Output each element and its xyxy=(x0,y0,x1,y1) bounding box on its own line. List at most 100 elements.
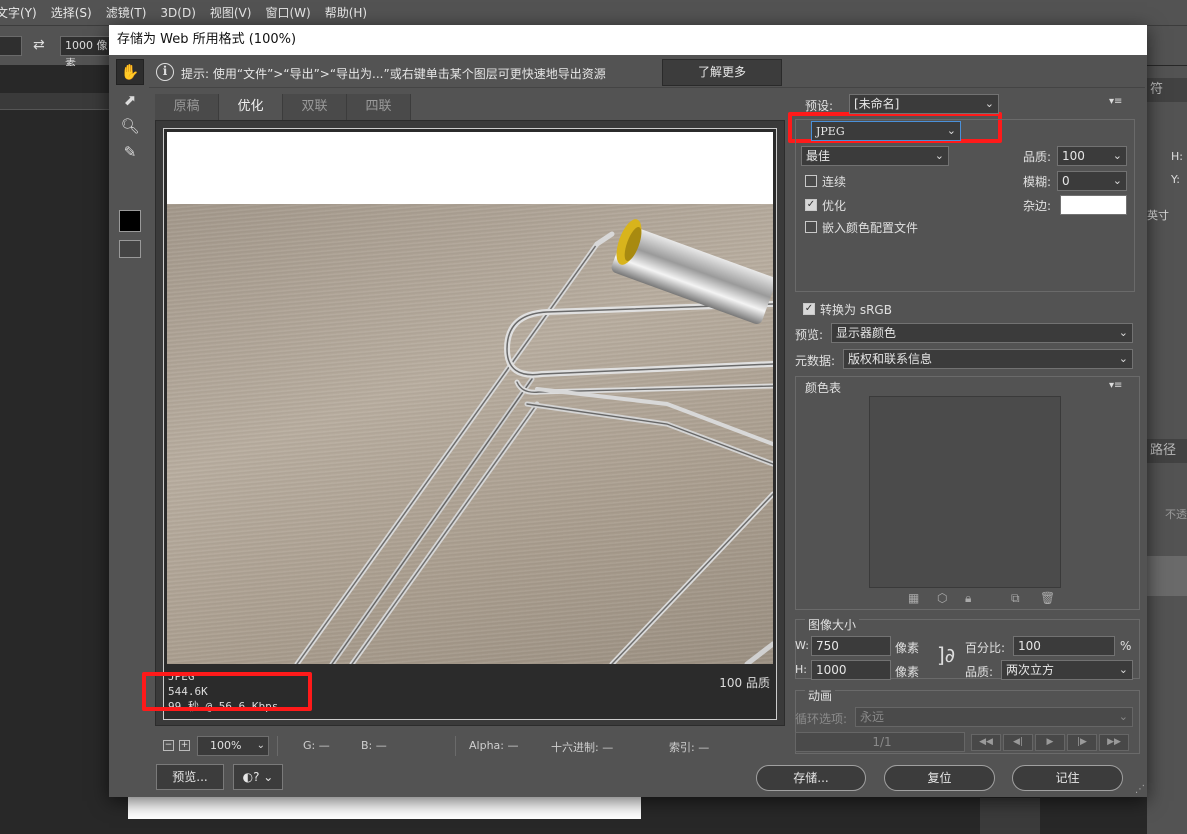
frame-counter-value: 1/1 xyxy=(872,735,892,749)
preview-quality: 100 品质 xyxy=(719,676,770,690)
cube-icon[interactable]: ⬡ xyxy=(937,591,947,605)
quality-field[interactable]: 100 ⌄ xyxy=(1057,146,1127,166)
lock-icon[interactable]: 🔒︎ xyxy=(965,591,971,606)
progressive-checkbox[interactable] xyxy=(805,175,817,187)
slice-select-icon[interactable]: ⬈ xyxy=(116,87,144,113)
hand-tool-icon[interactable]: ✋ xyxy=(116,59,144,85)
menu-filter[interactable]: 滤镜(T) xyxy=(106,4,147,21)
embed-profile-checkbox[interactable] xyxy=(805,221,817,233)
color-table-menu-icon[interactable]: ▾≡ xyxy=(1109,380,1122,391)
metadata-select[interactable]: 版权和联系信息 ⌄ xyxy=(843,349,1133,369)
blur-field[interactable]: 0 ⌄ xyxy=(1057,171,1127,191)
next-frame-icon[interactable]: |▶ xyxy=(1067,734,1097,751)
zoom-tool-icon[interactable]: 🔍︎ xyxy=(116,113,144,139)
embed-profile-label: 嵌入颜色配置文件 xyxy=(822,221,919,235)
zoom-in-icon[interactable]: + xyxy=(179,740,190,751)
preset-select[interactable]: [未命名] ⌄ xyxy=(849,94,999,114)
resize-grip-icon[interactable]: ⋰ xyxy=(1135,784,1145,795)
loop-select[interactable]: 永远 ⌄ xyxy=(855,707,1133,727)
status-alpha: Alpha: — xyxy=(469,739,519,752)
chevron-down-icon: ⌄ xyxy=(1118,352,1128,365)
first-frame-icon[interactable]: ◀◀ xyxy=(971,734,1001,751)
remember-button[interactable]: 记住 xyxy=(1012,765,1123,791)
quality-preset-value: 最佳 xyxy=(806,149,831,163)
view-tabs: 原稿 优化 双联 四联 xyxy=(155,94,785,120)
last-frame-icon[interactable]: ▶▶ xyxy=(1099,734,1129,751)
tab-4-up[interactable]: 四联 xyxy=(347,94,411,120)
save-button[interactable]: 存储... xyxy=(756,765,866,791)
ps-ruler xyxy=(0,93,110,110)
character-tab[interactable]: 符 xyxy=(1147,78,1187,102)
color-table[interactable] xyxy=(869,396,1061,588)
web-snap-icon[interactable]: ▦ xyxy=(908,591,919,605)
resample-select[interactable]: 两次立方 ⌄ xyxy=(1001,660,1133,680)
tab-optimized[interactable]: 优化 xyxy=(219,94,283,120)
width-field[interactable]: 750 xyxy=(811,636,891,656)
menu-type[interactable]: 文字(Y) xyxy=(0,4,37,21)
zoom-out-icon[interactable]: − xyxy=(163,740,174,751)
play-icon[interactable]: ▶ xyxy=(1035,734,1065,751)
link-chain-icon[interactable]: ]∂ xyxy=(937,643,955,667)
preset-menu-icon[interactable]: ▾≡ xyxy=(1109,96,1122,107)
quality-label: 品质: xyxy=(1023,150,1052,164)
ps-height-field[interactable]: 1000 像素 xyxy=(60,36,116,70)
highlight-filesize xyxy=(142,672,312,711)
preview-button[interactable]: 预览... xyxy=(156,764,224,790)
dialog-toolstrip: ✋ ⬈ 🔍︎ ✎ xyxy=(114,59,146,258)
preview-pane[interactable]: JPEG 544.6K 99 秒 @ 56.6 Kbps 100 品质 xyxy=(163,128,777,720)
steel-rack-illustration xyxy=(294,219,773,664)
metadata-value: 版权和联系信息 xyxy=(848,352,933,366)
status-bar: − + 100% ⌄ G: — B: — Alpha: — 十六进制: — 索引… xyxy=(155,733,785,759)
ps-panel-gutter xyxy=(980,798,1040,834)
menu-select[interactable]: 选择(S) xyxy=(51,4,92,21)
new-color-icon[interactable]: ⧉ xyxy=(1011,591,1020,606)
percent-unit: % xyxy=(1120,639,1132,653)
percent-field[interactable]: 100 xyxy=(1013,636,1115,656)
tab-original[interactable]: 原稿 xyxy=(155,94,219,120)
browser-select[interactable]: ◐? ⌄ xyxy=(233,764,283,790)
loop-label: 循环选项: xyxy=(795,712,848,726)
ps-right-panels: 符 H: Y: 英寸 路径 不透 xyxy=(1147,66,1187,834)
chevron-down-icon: ⌄ xyxy=(946,124,956,137)
preview-color-select[interactable]: 显示器颜色 ⌄ xyxy=(831,323,1133,343)
menu-3d[interactable]: 3D(D) xyxy=(160,6,195,20)
swap-icon[interactable]: ⇄ xyxy=(33,37,45,53)
status-index: 索引: — xyxy=(669,741,710,754)
eyedropper-color-swatch[interactable] xyxy=(119,210,141,232)
optimized-checkbox[interactable]: ✓ xyxy=(805,199,817,211)
convert-srgb-checkbox[interactable]: ✓ xyxy=(803,303,815,315)
menu-help[interactable]: 帮助(H) xyxy=(325,4,367,21)
menu-window[interactable]: 窗口(W) xyxy=(265,4,310,21)
zoom-level-select[interactable]: 100% ⌄ xyxy=(197,736,269,756)
height-field[interactable]: 1000 xyxy=(811,660,891,680)
tab-2-up[interactable]: 双联 xyxy=(283,94,347,120)
ps-width-field[interactable] xyxy=(0,36,22,56)
status-divider xyxy=(277,736,278,756)
trash-icon[interactable]: 🗑︎ xyxy=(1040,591,1055,605)
width-label: W: xyxy=(795,639,809,652)
preview-frame: JPEG 544.6K 99 秒 @ 56.6 Kbps 100 品质 xyxy=(155,120,785,726)
prev-frame-icon[interactable]: ◀| xyxy=(1003,734,1033,751)
browser-icon: ◐? ⌄ xyxy=(242,770,274,784)
learn-more-button[interactable]: 了解更多 xyxy=(662,59,782,86)
quality-preset-select[interactable]: 最佳 ⌄ xyxy=(801,146,949,166)
paths-tab[interactable]: 路径 xyxy=(1147,439,1187,463)
format-select[interactable]: JPEG ⌄ xyxy=(811,121,961,141)
quality-value: 100 xyxy=(1062,149,1085,163)
resample-value: 两次立方 xyxy=(1006,663,1055,677)
resample-label: 品质: xyxy=(965,665,994,679)
color-table-label: 颜色表 xyxy=(805,381,842,395)
matte-color-select[interactable]: ⌄ xyxy=(1060,195,1127,215)
layer-row[interactable] xyxy=(1147,556,1187,596)
frame-counter: 1/1 xyxy=(795,732,965,752)
image-white-area xyxy=(167,132,773,204)
reset-button[interactable]: 复位 xyxy=(884,765,995,791)
chevron-down-icon: ⌄ xyxy=(1112,174,1122,187)
hint-text: 提示: 使用“文件”>“导出”>“导出为...”或右键单击某个图层可更快速地导出… xyxy=(181,67,606,81)
preset-label: 预设: xyxy=(805,99,834,113)
chevron-down-icon: ⌄ xyxy=(1118,663,1128,676)
eyedropper-icon[interactable]: ✎ xyxy=(116,139,144,165)
height-unit: 像素 xyxy=(895,665,920,679)
menu-view[interactable]: 视图(V) xyxy=(210,4,252,21)
toggle-slices-icon[interactable] xyxy=(119,240,141,258)
